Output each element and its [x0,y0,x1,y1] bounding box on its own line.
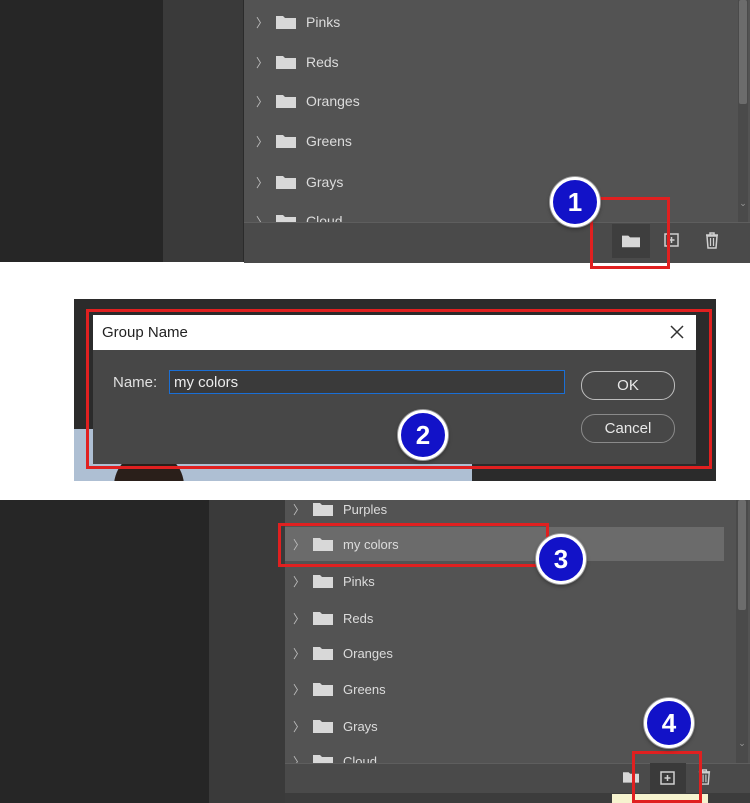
folder-icon [276,215,296,222]
step-badge-3: 3 [536,534,586,584]
highlight-box-3 [278,523,549,567]
list-item[interactable]: 〉 Grays [256,172,343,192]
list-item[interactable]: 〉 Cloud... [293,752,388,763]
highlight-box-4 [632,751,702,803]
chevron-right-icon[interactable]: 〉 [256,54,268,71]
highlight-box-1 [590,197,670,269]
folder-icon [276,135,296,148]
list-item-label: Reds [306,54,339,70]
section-2-screenshot: Group Name Name: my colors OK Cancel 2 [74,299,716,481]
list-item[interactable]: 〉 Purples [293,500,387,518]
chevron-right-icon[interactable]: 〉 [293,753,305,764]
list-item-label: Greens [343,681,386,697]
list-item-label: Reds [343,610,374,626]
chevron-right-icon[interactable]: 〉 [293,573,305,590]
chevron-right-icon[interactable]: 〉 [293,718,305,735]
list-item[interactable]: 〉 Reds [293,609,373,627]
folder-icon [313,720,333,733]
folder-icon [313,503,333,516]
folder-icon [313,647,333,660]
list-item[interactable]: 〉 Greens [293,680,386,698]
list-item[interactable]: 〉 Reds [256,52,339,72]
step-badge-4: 4 [644,698,694,748]
list-item-label: Purples [343,501,388,517]
side-strip [209,500,286,803]
list-item[interactable]: 〉 Greens [256,131,352,151]
list-item-label: Pinks [306,14,341,30]
section-3-screenshot: 〉 Purples 〉 my colors 〉 Pinks 〉 Reds 〉 O… [0,500,750,803]
chevron-right-icon[interactable]: 〉 [293,610,305,627]
folder-icon [313,683,333,696]
list-item-label: Greens [306,133,352,149]
left-dark-area [0,500,209,803]
chevron-right-icon[interactable]: 〉 [293,681,305,698]
scrollbar[interactable]: ⌄ [738,0,748,222]
folder-icon [313,755,333,763]
folder-icon [276,56,296,69]
list-item-label: Grays [306,174,344,190]
delete-button[interactable] [700,228,724,252]
left-dark-area [0,0,163,262]
trash-icon [706,231,718,249]
chevron-right-icon[interactable]: 〉 [293,501,305,518]
list-item[interactable]: 〉 Pinks [293,572,375,590]
scrollbar-thumb[interactable] [739,0,747,104]
list-item[interactable]: 〉 Cloud... [256,211,354,222]
highlight-box-2 [86,309,712,469]
scrollbar-thumb[interactable] [738,500,746,610]
list-item[interactable]: 〉 Oranges [256,91,360,111]
scroll-down-icon[interactable]: ⌄ [738,198,748,209]
list-item[interactable]: 〉 Grays [293,717,378,735]
list-item-label: Grays [343,718,378,734]
scrollbar[interactable]: ⌄ [736,500,748,763]
folder-icon [313,575,333,588]
list-item[interactable]: 〉 Oranges [293,644,393,662]
scroll-down-icon[interactable]: ⌄ [736,738,748,749]
chevron-right-icon[interactable]: 〉 [256,14,268,31]
chevron-right-icon[interactable]: 〉 [293,645,305,662]
folder-icon [276,16,296,29]
section-1-screenshot: 〉 Pinks 〉 Reds 〉 Oranges 〉 Greens 〉 Gray… [0,0,750,269]
folder-icon [276,176,296,189]
list-item-label: Cloud... [306,213,355,222]
chevron-right-icon[interactable]: 〉 [256,133,268,150]
list-item[interactable]: 〉 Pinks [256,12,340,32]
swatches-panel: 〉 Pinks 〉 Reds 〉 Oranges 〉 Greens 〉 Gray… [244,0,750,222]
list-item-label: Cloud... [343,753,388,764]
step-badge-2: 2 [398,410,448,460]
chevron-right-icon[interactable]: 〉 [256,93,268,110]
folder-icon [313,612,333,625]
folder-icon [276,95,296,108]
chevron-right-icon[interactable]: 〉 [256,174,268,191]
side-strip [163,0,244,262]
step-badge-1: 1 [550,177,600,227]
list-item-label: Pinks [343,573,375,589]
chevron-right-icon[interactable]: 〉 [256,213,268,223]
list-item-label: Oranges [306,93,360,109]
list-item-label: Oranges [343,645,393,661]
